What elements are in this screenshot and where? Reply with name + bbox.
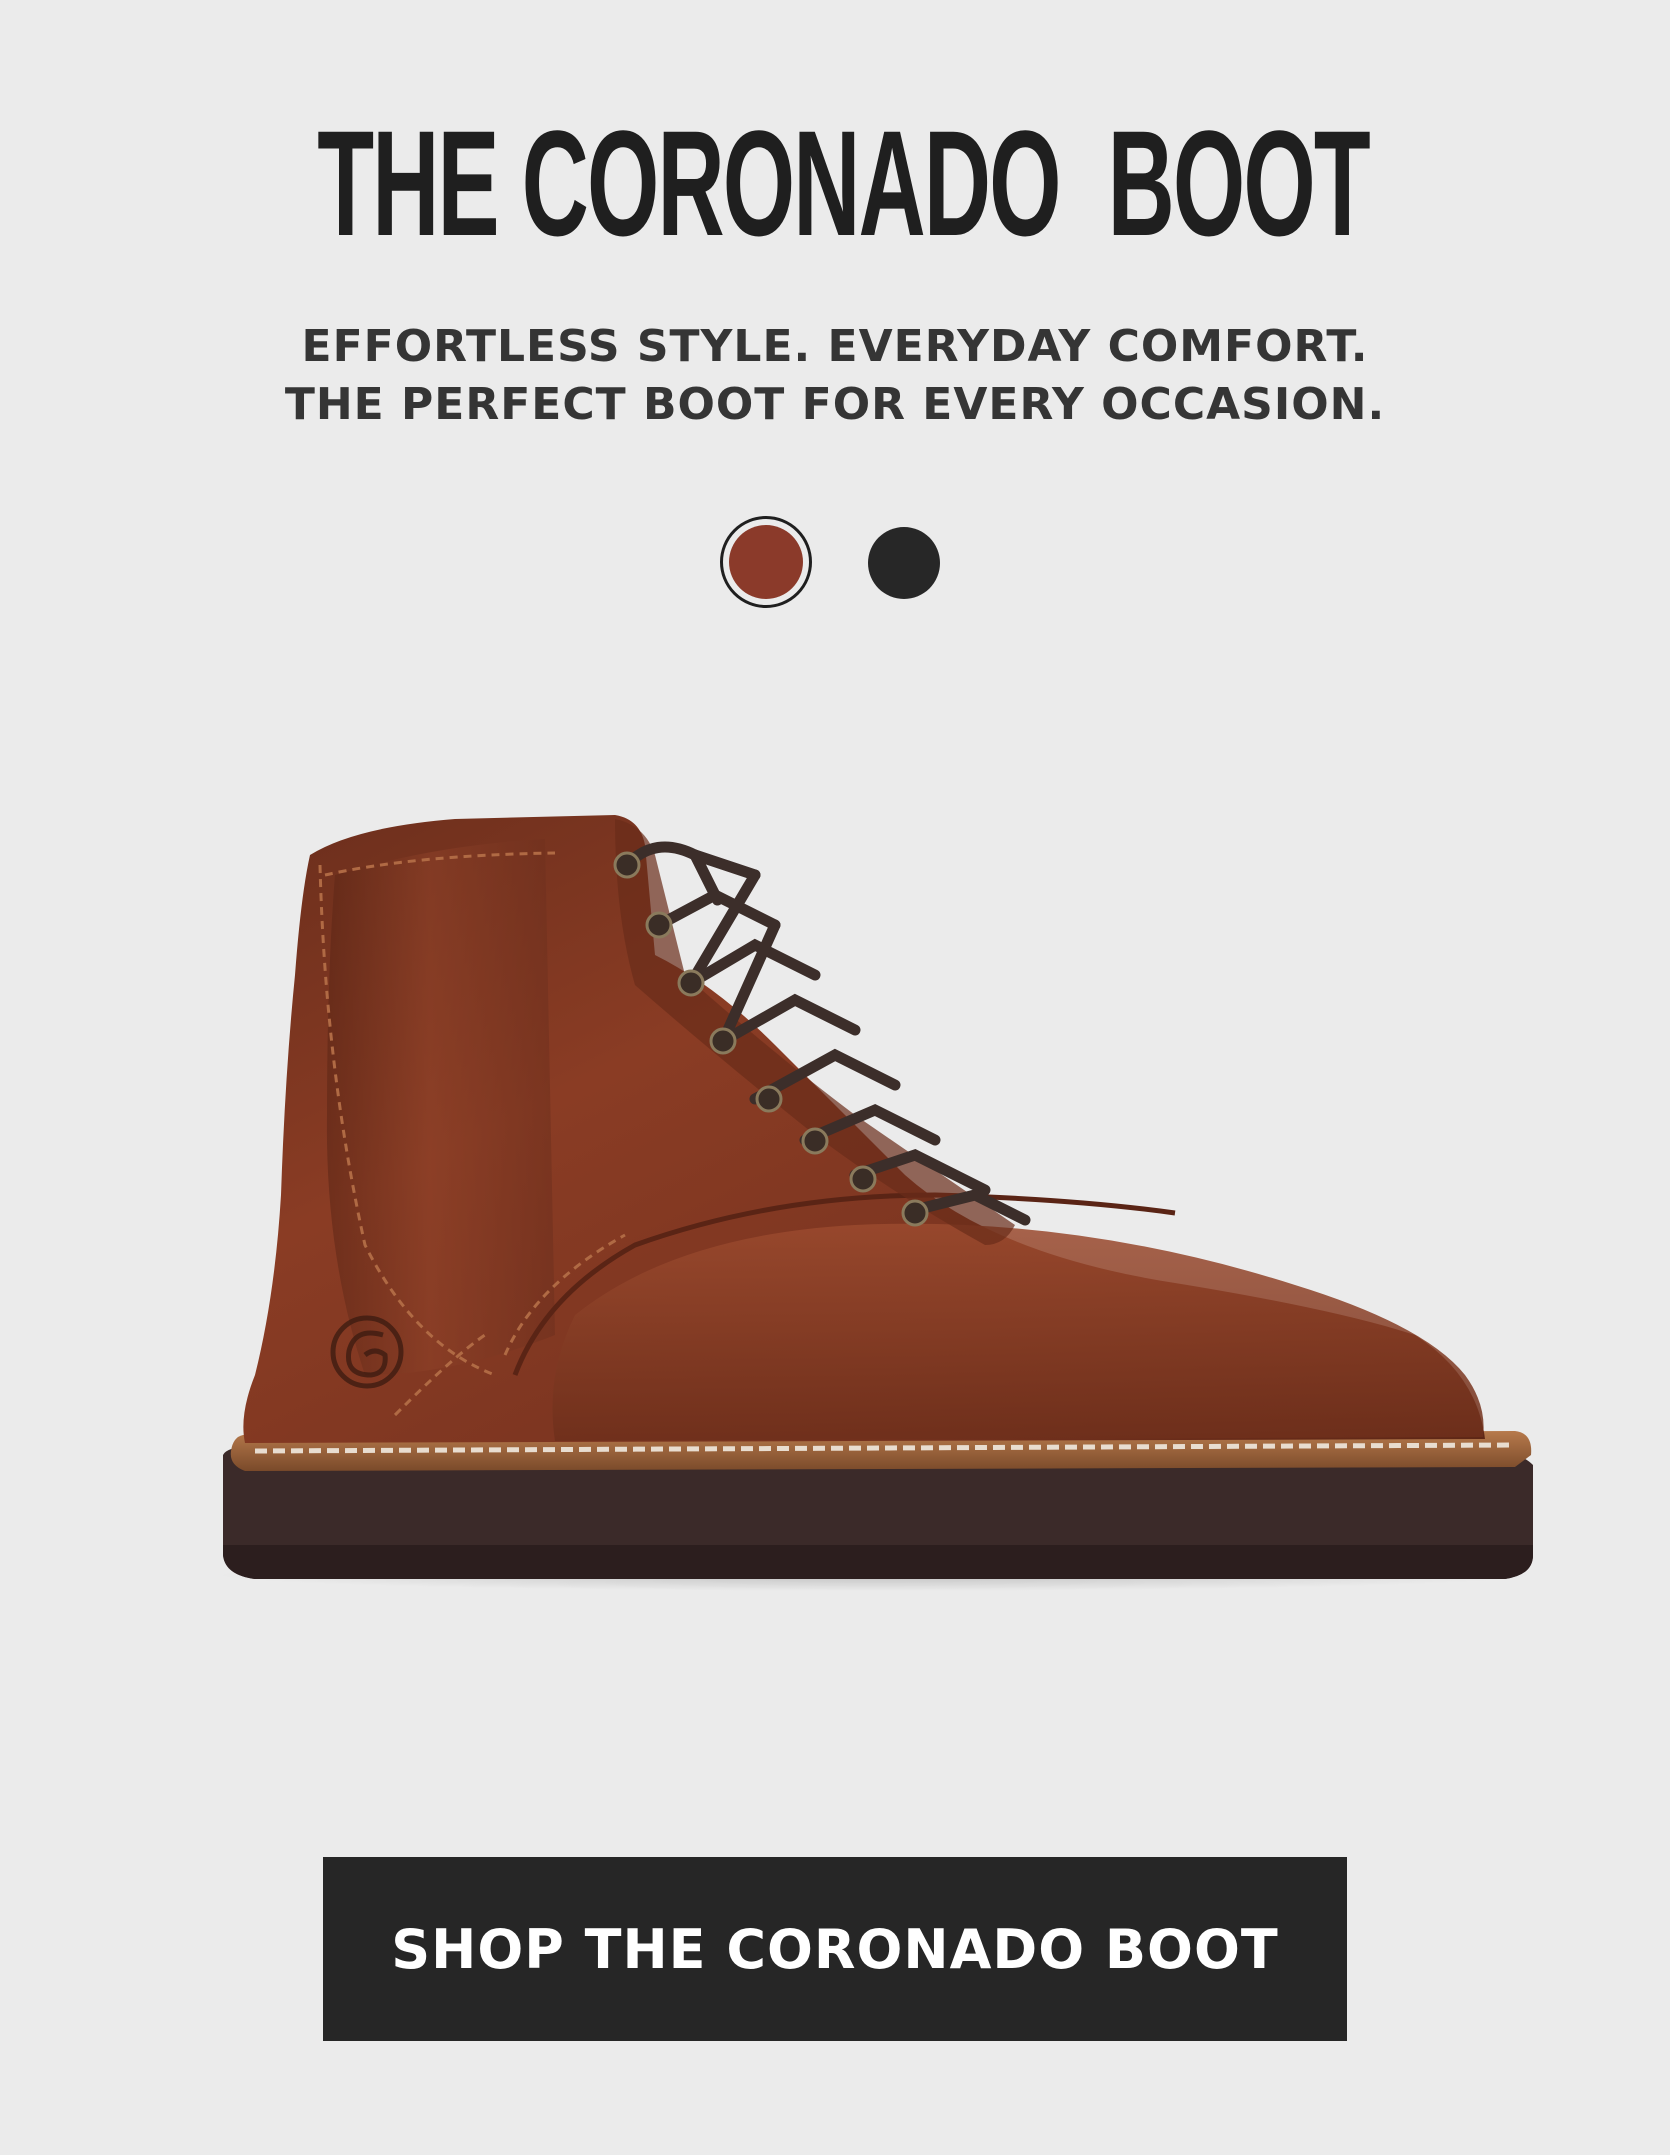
page-title: THE CORONADO BOOT (317, 99, 1370, 267)
color-swatches (0, 516, 1670, 608)
shop-coronado-boot-button[interactable]: SHOP THE CORONADO BOOT (323, 1857, 1347, 2041)
color-swatch-brown[interactable] (720, 516, 812, 608)
color-swatch-black[interactable] (868, 527, 940, 599)
color-swatch-brown-fill (729, 525, 803, 599)
boot-image[interactable] (215, 815, 1535, 1595)
tagline-line-2: THE PERFECT BOOT FOR EVERY OCCASION. (284, 379, 1386, 430)
boot-toe (552, 1223, 1484, 1441)
tagline: EFFORTLESS STYLE. EVERYDAY COMFORT. THE … (0, 318, 1670, 434)
tagline-line-1: EFFORTLESS STYLE. EVERYDAY COMFORT. (301, 321, 1369, 372)
